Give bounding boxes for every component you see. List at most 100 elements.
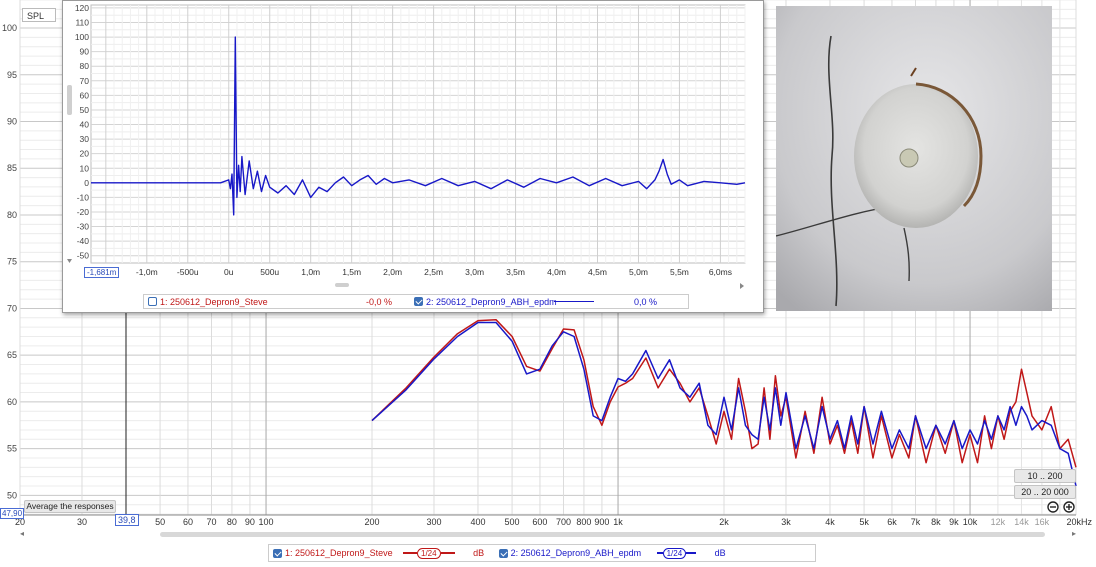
cursor-x-readout[interactable]: 39,8: [115, 514, 139, 526]
ir-scroll-right-arrow[interactable]: [740, 283, 744, 289]
ir-y-tick-label: -50: [77, 251, 90, 261]
ir-legend-value-2: 0,0 %: [634, 296, 658, 307]
main-x-tick-label: 30: [77, 517, 87, 527]
main-y-tick-label: 80: [7, 210, 17, 220]
ir-legend-line-2: [554, 300, 594, 303]
main-x-tick-label: 14k: [1014, 517, 1029, 527]
main-x-tick-label: 800: [576, 517, 591, 527]
main-x-tick-label: 9k: [949, 517, 959, 527]
legend-smoothing-1[interactable]: 1/24: [403, 547, 455, 559]
cursor-x-value: 39,8: [118, 515, 136, 525]
main-x-tick-label: 3k: [781, 517, 791, 527]
zoom-in-icon[interactable]: [1063, 501, 1075, 513]
main-y-tick-label: 65: [7, 350, 17, 360]
ir-x-tick-label: 3,0m: [465, 267, 484, 277]
main-x-tick-label: 16k: [1035, 517, 1050, 527]
ir-legend-checkbox-1[interactable]: [148, 297, 157, 306]
cursor-y-value: 47,90: [2, 509, 23, 518]
impulse-response-window[interactable]: 120 110 100 90 80 70 60 50 40 30 20 10 0 -10 -20 -30 -40…: [62, 0, 764, 313]
main-y-tick-label: 55: [7, 444, 17, 454]
main-x-tick-label: 5k: [859, 517, 869, 527]
range-20-20000-label: 20 .. 20 000: [1021, 487, 1069, 497]
ir-y-tick-label: 40: [80, 120, 90, 130]
main-x-tick-label: 6k: [887, 517, 897, 527]
ir-horizontal-scroll-thumb[interactable]: [335, 283, 349, 287]
legend-smoothing-2[interactable]: 1/24: [656, 547, 697, 559]
main-y-tick-label: 90: [7, 117, 17, 127]
ir-scroll-down-arrow[interactable]: [67, 259, 72, 263]
ir-y-tick-label: -40: [77, 236, 90, 246]
main-x-tick-label: 90: [245, 517, 255, 527]
legend-checkbox-1[interactable]: [273, 548, 282, 558]
ir-x-tick-label: -1,0m: [136, 267, 158, 277]
ir-y-tick-label: 80: [80, 61, 90, 71]
main-x-tick-label: 100: [259, 517, 274, 527]
scroll-thumb[interactable]: [160, 532, 1045, 537]
impulse-response-plot[interactable]: 1201101009080706050403020100-10-20-30-40…: [63, 1, 763, 312]
ir-y-tick-label: 100: [75, 32, 89, 42]
ir-cursor-readout[interactable]: -1,681m: [84, 267, 120, 278]
main-x-tick-label: 2k: [719, 517, 729, 527]
ir-y-tick-label: 90: [80, 47, 90, 57]
main-horizontal-scrollbar[interactable]: ◂ ▸: [20, 529, 1080, 540]
ir-y-tick-label: 70: [80, 76, 90, 86]
ir-x-tick-label: -500u: [177, 267, 199, 277]
ir-y-tick-label: -10: [77, 192, 90, 202]
main-x-tick-label: 50: [155, 517, 165, 527]
ir-x-tick-label: 2,0m: [383, 267, 402, 277]
ir-x-tick-label: 1,5m: [342, 267, 361, 277]
ir-x-tick-label: 5,5m: [670, 267, 689, 277]
ir-y-tick-label: 110: [75, 17, 89, 27]
legend-smoothing-value-2: 1/24: [662, 547, 687, 559]
ir-legend-label-2: 2: 250612_Depron9_ABH_epdm: [426, 296, 557, 307]
main-x-tick-label: 20kHz: [1066, 517, 1092, 527]
ir-x-tick-label: 5,0m: [629, 267, 648, 277]
legend-label-2: 2: 250612_Depron9_ABH_epdm: [510, 548, 642, 558]
main-x-tick-label: 8k: [931, 517, 941, 527]
ir-legend-value-1: -0,0 %: [366, 296, 393, 307]
main-x-tick-label: 400: [470, 517, 485, 527]
average-responses-button[interactable]: Average the responses: [24, 500, 116, 513]
legend-unit-2: dB: [714, 548, 726, 558]
main-y-tick-label: 75: [7, 257, 17, 267]
ir-x-ticks: -1,0m -500u 0u 500u 1,0m 1,5m 2,0m 2,5m 3,0m 3,5m…: [136, 267, 732, 277]
ir-y-tick-label: 0: [84, 178, 89, 188]
main-x-tick-label: 70: [207, 517, 217, 527]
main-x-tick-label: 500: [505, 517, 520, 527]
bottom-legend: 1: 250612_Depron9_Steve 1/24 dB 2: 25061…: [268, 544, 816, 562]
legend-checkbox-2[interactable]: [498, 548, 508, 558]
main-x-tick-label: 200: [364, 517, 379, 527]
ir-legend-checkbox-2[interactable]: [414, 297, 423, 306]
main-y-tick-label: 60: [7, 397, 17, 407]
main-x-tick-label: 12k: [991, 517, 1006, 527]
ir-x-tick-label: 6,0ms: [709, 267, 732, 277]
main-y-ticks: 50 55 60 65 70 75 80 85 90 95 100: [2, 23, 17, 500]
ir-y-tick-label: 30: [80, 134, 90, 144]
ir-x-tick-label: 4,0m: [547, 267, 566, 277]
main-x-tick-label: 4k: [825, 517, 835, 527]
main-y-tick-label: 50: [7, 490, 17, 500]
y-axis-unit-box[interactable]: SPL: [22, 8, 56, 22]
range-10-200-button[interactable]: 10 .. 200: [1014, 469, 1076, 483]
scroll-right-arrow[interactable]: ▸: [1072, 529, 1076, 538]
ir-y-tick-label: 120: [75, 3, 89, 13]
zoom-out-icon[interactable]: [1047, 501, 1059, 513]
scroll-left-arrow[interactable]: ◂: [20, 529, 24, 538]
range-20-20000-button[interactable]: 20 .. 20 000: [1014, 485, 1076, 499]
ir-y-tick-label: 10: [80, 163, 90, 173]
legend-unit-1: dB: [473, 548, 485, 558]
ir-y-ticks: 1201101009080706050403020100-10-20-30-40…: [75, 3, 89, 261]
ir-y-tick-label: 20: [80, 149, 90, 159]
photo-drawing: [776, 6, 1052, 311]
ir-legend: 1: 250612_Depron9_Steve -0,0 % 2: 250612…: [143, 294, 689, 309]
photo-inset: [776, 6, 1052, 311]
main-x-tick-label: 600: [532, 517, 547, 527]
ir-cursor-value: -1,681m: [87, 268, 117, 277]
average-responses-label: Average the responses: [26, 501, 114, 511]
ir-x-tick-label: 3,5m: [506, 267, 525, 277]
ir-y-tick-label: -20: [77, 207, 90, 217]
ir-y-tick-label: 60: [80, 90, 90, 100]
ir-vertical-scroll-thumb[interactable]: [67, 85, 72, 115]
cursor-y-readout[interactable]: 47,90: [0, 508, 25, 519]
y-axis-unit-label: SPL: [27, 11, 45, 21]
